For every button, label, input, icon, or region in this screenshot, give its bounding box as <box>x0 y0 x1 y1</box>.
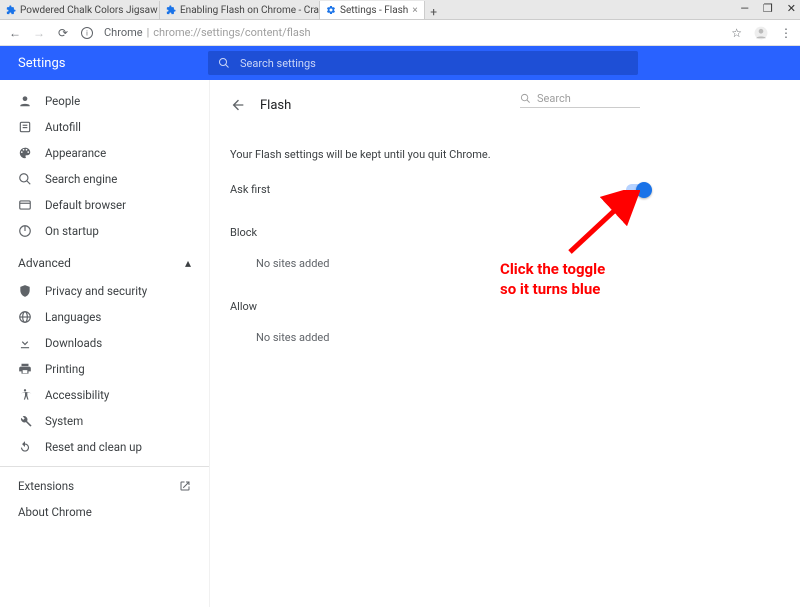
browser-tab-strip: Powdered Chalk Colors Jigsaw P × Enablin… <box>0 0 800 20</box>
sidebar-item-autofill[interactable]: Autofill <box>0 114 209 140</box>
search-placeholder: Search <box>537 92 571 105</box>
sidebar-item-label: Languages <box>45 310 101 324</box>
address-bar: ← → ⟳ i Chrome | chrome://settings/conte… <box>0 20 800 46</box>
content-page-title: Flash <box>260 98 291 113</box>
sidebar-item-default-browser[interactable]: Default browser <box>0 192 209 218</box>
flash-description: Your Flash settings will be kept until y… <box>230 148 660 161</box>
sidebar-item-label: On startup <box>45 224 99 238</box>
browser-tab-active[interactable]: Settings - Flash × <box>320 1 425 19</box>
maximize-icon[interactable]: ❐ <box>763 2 773 15</box>
reload-icon[interactable]: ⟳ <box>56 26 70 40</box>
sidebar-item-label: Autofill <box>45 120 81 134</box>
site-info-icon[interactable]: i <box>80 27 94 39</box>
allow-section-label: Allow <box>230 300 660 313</box>
gear-icon <box>326 5 336 15</box>
sidebar-item-label: Printing <box>45 362 85 376</box>
power-icon <box>18 224 33 238</box>
url-field[interactable]: Chrome | chrome://settings/content/flash <box>104 26 721 39</box>
sidebar-item-people[interactable]: People <box>0 88 209 114</box>
person-icon <box>18 94 33 108</box>
forward-icon[interactable]: → <box>32 26 46 40</box>
new-tab-button[interactable]: + <box>425 5 443 19</box>
printer-icon <box>18 362 33 376</box>
sidebar-item-label: Accessibility <box>45 388 109 402</box>
sidebar-item-search-engine[interactable]: Search engine <box>0 166 209 192</box>
browser-tab[interactable]: Powdered Chalk Colors Jigsaw P × <box>0 1 160 19</box>
wrench-icon <box>18 414 33 428</box>
sidebar-item-label: About Chrome <box>18 505 92 519</box>
sidebar-item-label: People <box>45 94 80 108</box>
external-link-icon <box>179 480 191 492</box>
sidebar-item-label: Downloads <box>45 336 102 350</box>
puzzle-icon <box>166 5 176 15</box>
sidebar-item-on-startup[interactable]: On startup <box>0 218 209 244</box>
profile-icon[interactable] <box>754 26 768 40</box>
browser-icon <box>18 198 33 212</box>
sidebar-item-privacy[interactable]: Privacy and security <box>0 278 209 304</box>
sidebar-item-label: Extensions <box>18 479 74 493</box>
annotation-arrow <box>560 190 640 260</box>
settings-sidebar: People Autofill Appearance Search engine… <box>0 80 210 607</box>
url-path: chrome://settings/content/flash <box>153 26 310 39</box>
search-placeholder: Search settings <box>240 57 316 70</box>
shield-icon <box>18 284 33 298</box>
content-search[interactable]: Search <box>520 92 640 108</box>
download-icon <box>18 336 33 350</box>
back-icon[interactable]: ← <box>8 26 22 40</box>
sidebar-item-appearance[interactable]: Appearance <box>0 140 209 166</box>
sidebar-item-label: Appearance <box>45 146 106 160</box>
autofill-icon <box>18 120 33 134</box>
tab-title: Powdered Chalk Colors Jigsaw P <box>20 5 160 16</box>
settings-main: Flash Search Your Flash settings will be… <box>210 80 680 607</box>
sidebar-item-languages[interactable]: Languages <box>0 304 209 330</box>
search-icon <box>520 93 531 104</box>
minimize-icon[interactable]: — <box>740 2 749 15</box>
sidebar-item-label: Reset and clean up <box>45 440 142 454</box>
close-window-icon[interactable]: ✕ <box>787 2 796 15</box>
right-gutter <box>680 80 800 607</box>
annotation-line1: Click the toggle <box>500 260 605 280</box>
sidebar-item-printing[interactable]: Printing <box>0 356 209 382</box>
close-icon[interactable]: × <box>412 5 417 16</box>
tab-title: Enabling Flash on Chrome - Cra <box>180 5 319 16</box>
annotation-text: Click the toggle so it turns blue <box>500 260 605 299</box>
sidebar-item-downloads[interactable]: Downloads <box>0 330 209 356</box>
search-icon <box>218 57 230 69</box>
sidebar-item-label: Default browser <box>45 198 126 212</box>
sidebar-item-accessibility[interactable]: Accessibility <box>0 382 209 408</box>
settings-header: Settings Search settings <box>0 46 800 80</box>
ask-first-label: Ask first <box>230 183 270 196</box>
sidebar-item-label: System <box>45 414 83 428</box>
accessibility-icon <box>18 388 33 402</box>
sidebar-item-reset[interactable]: Reset and clean up <box>0 434 209 460</box>
bookmark-icon[interactable]: ☆ <box>731 26 742 40</box>
advanced-label: Advanced <box>18 256 71 270</box>
svg-text:i: i <box>86 29 88 37</box>
tab-title: Settings - Flash <box>340 5 408 16</box>
menu-icon[interactable]: ⋮ <box>780 26 792 40</box>
sidebar-item-extensions[interactable]: Extensions <box>0 473 209 499</box>
browser-tab[interactable]: Enabling Flash on Chrome - Cra × <box>160 1 320 19</box>
sidebar-item-label: Privacy and security <box>45 284 147 298</box>
sidebar-advanced-toggle[interactable]: Advanced ▴ <box>0 248 209 278</box>
settings-search[interactable]: Search settings <box>208 51 638 75</box>
sidebar-item-label: Search engine <box>45 172 117 186</box>
url-scheme: Chrome <box>104 26 143 39</box>
sidebar-item-system[interactable]: System <box>0 408 209 434</box>
annotation-line2: so it turns blue <box>500 280 605 300</box>
puzzle-icon <box>6 5 16 15</box>
palette-icon <box>18 146 33 160</box>
back-button[interactable] <box>230 97 246 113</box>
chevron-up-icon: ▴ <box>185 256 191 270</box>
page-title: Settings <box>18 56 208 71</box>
globe-icon <box>18 310 33 324</box>
reset-icon <box>18 440 33 454</box>
sidebar-item-about[interactable]: About Chrome <box>0 499 209 525</box>
allow-empty-text: No sites added <box>256 331 660 344</box>
search-icon <box>18 172 33 186</box>
